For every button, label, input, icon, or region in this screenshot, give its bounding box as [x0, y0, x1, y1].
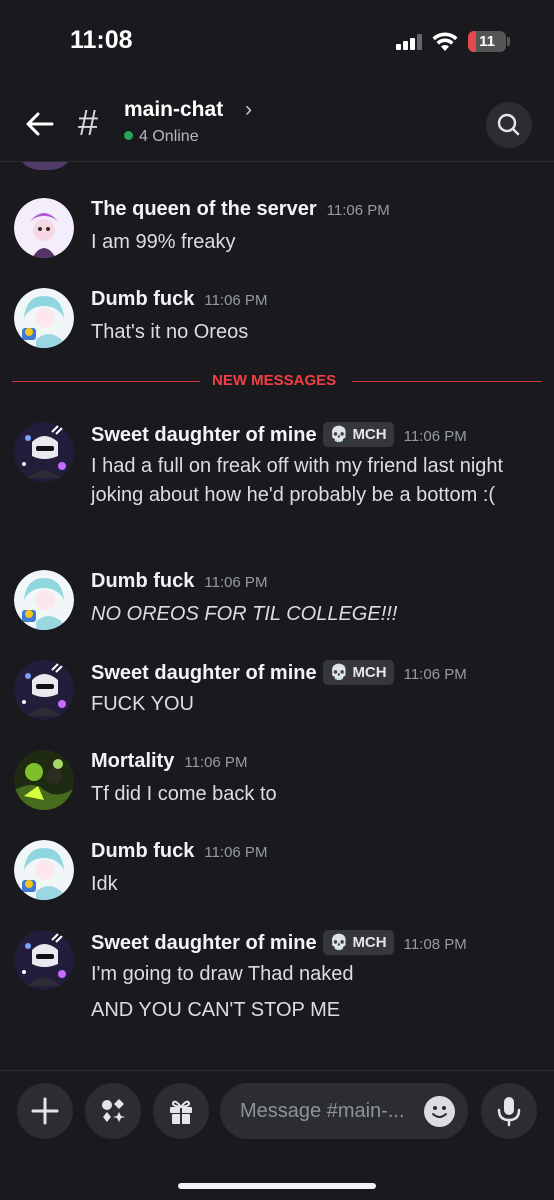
timestamp: 11:06 PM — [204, 574, 268, 591]
cellular-signal-icon — [396, 34, 424, 50]
message-text: I had a full on freak off with my friend… — [91, 455, 504, 506]
apps-button[interactable] — [85, 1083, 141, 1139]
timestamp: 11:06 PM — [204, 844, 268, 861]
gift-icon — [170, 1100, 192, 1124]
apps-icon — [102, 1099, 125, 1122]
author-name[interactable]: Dumb fuck — [91, 288, 194, 310]
avatar[interactable] — [14, 288, 74, 348]
author-line: Sweet daughter of mine 💀 MCH 11:08 PM — [91, 930, 467, 955]
emoji-icon — [432, 1106, 447, 1118]
message-text: I am 99% freaky — [91, 231, 236, 253]
message-text: FUCK YOU — [91, 693, 194, 715]
message-composer — [0, 1070, 554, 1200]
author-line: Dumb fuck 11:06 PM — [91, 840, 267, 863]
author-line: Dumb fuck 11:06 PM — [91, 570, 267, 593]
emoji-button[interactable] — [424, 1096, 455, 1127]
avatar[interactable] — [14, 750, 74, 810]
author-name[interactable]: Dumb fuck — [91, 570, 194, 592]
message-text: Idk — [91, 873, 118, 895]
microphone-icon — [497, 1097, 521, 1127]
message-text: AND YOU CAN'T STOP ME — [91, 999, 341, 1021]
message-text: I'm going to draw Thad naked — [91, 963, 354, 985]
online-count: 4 Online — [139, 128, 199, 145]
online-status: 4 Online — [124, 128, 199, 146]
message-text: NO OREOS FOR TIL COLLEGE!!! — [91, 603, 398, 625]
channel-name[interactable]: main-chat — [124, 98, 223, 122]
timestamp: 11:08 PM — [403, 936, 467, 953]
new-messages-divider: NEW MESSAGES — [12, 372, 542, 392]
author-line: Dumb fuck 11:06 PM — [91, 288, 267, 311]
battery-level: 11 — [479, 33, 495, 50]
divider-label: NEW MESSAGES — [212, 372, 337, 389]
battery-icon: 11 — [468, 31, 506, 52]
online-dot-icon — [124, 131, 133, 140]
divider-line — [12, 381, 200, 382]
timestamp: 11:06 PM — [204, 292, 268, 309]
back-arrow-icon[interactable] — [24, 108, 56, 140]
author-line: Sweet daughter of mine 💀 MCH 11:06 PM — [91, 422, 467, 447]
status-time: 11:08 — [70, 26, 133, 54]
battery-nub — [507, 37, 510, 46]
wifi-icon — [432, 32, 458, 51]
timestamp: 11:06 PM — [403, 666, 467, 683]
message-text: Tf did I come back to — [91, 783, 277, 805]
chevron-right-icon[interactable]: › — [245, 98, 252, 122]
clan-tag-badge[interactable]: 💀 MCH — [322, 930, 394, 955]
timestamp: 11:06 PM — [184, 754, 248, 771]
author-name[interactable]: Sweet daughter of mine — [91, 932, 317, 954]
voice-message-button[interactable] — [481, 1083, 537, 1139]
avatar[interactable] — [14, 422, 74, 482]
timestamp: 11:06 PM — [326, 202, 390, 219]
add-attachment-button[interactable] — [17, 1083, 73, 1139]
avatar[interactable] — [14, 660, 74, 720]
clan-tag-badge[interactable]: 💀 MCH — [322, 660, 394, 685]
hash-icon: # — [78, 102, 99, 143]
home-indicator — [178, 1183, 376, 1189]
divider-line — [352, 381, 542, 382]
author-line: Sweet daughter of mine 💀 MCH 11:06 PM — [91, 660, 467, 685]
author-line: Mortality 11:06 PM — [91, 750, 247, 773]
avatar[interactable] — [14, 840, 74, 900]
timestamp: 11:06 PM — [403, 428, 467, 445]
avatar[interactable] — [14, 570, 74, 630]
channel-header: # main-chat › 4 Online — [0, 84, 554, 162]
avatar[interactable] — [14, 930, 74, 990]
author-name[interactable]: Sweet daughter of mine — [91, 424, 317, 446]
author-line: The queen of the server 11:06 PM — [91, 198, 390, 221]
message-text: That's it no Oreos — [91, 321, 249, 343]
avatar[interactable] — [14, 198, 74, 258]
author-name[interactable]: The queen of the server — [91, 198, 317, 220]
search-button[interactable] — [486, 102, 532, 148]
search-icon — [497, 113, 520, 136]
message-list[interactable]: The queen of the server 11:06 PM I am 99%… — [0, 162, 554, 1070]
plus-icon — [31, 1097, 59, 1125]
author-name[interactable]: Sweet daughter of mine — [91, 662, 317, 684]
author-name[interactable]: Mortality — [91, 750, 174, 772]
status-bar: 11:08 11 — [0, 0, 554, 84]
clan-tag-badge[interactable]: 💀 MCH — [322, 422, 394, 447]
gift-button[interactable] — [153, 1083, 209, 1139]
partial-avatar — [16, 162, 74, 170]
author-name[interactable]: Dumb fuck — [91, 840, 194, 862]
